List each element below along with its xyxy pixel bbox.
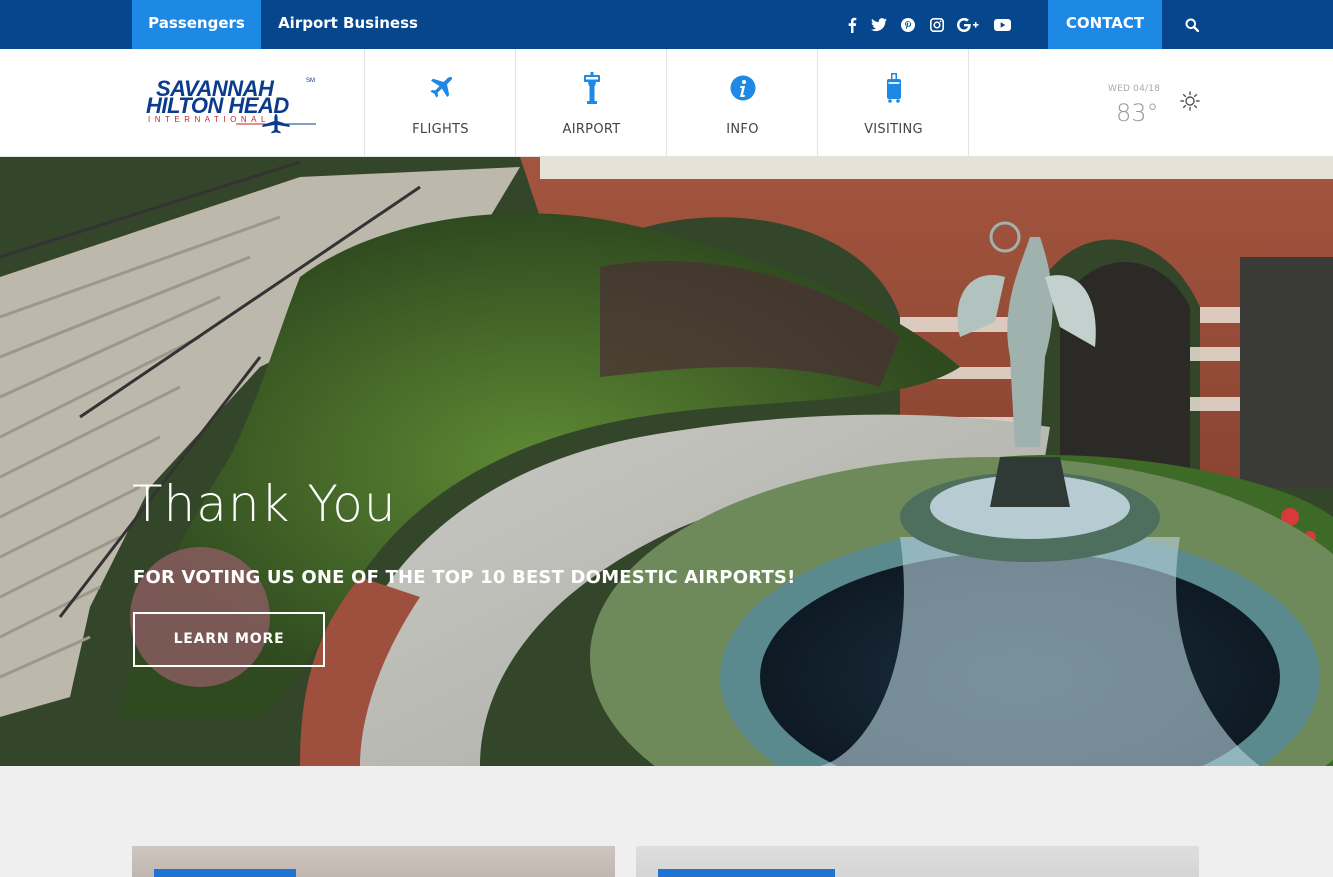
contact-button[interactable]: CONTACT bbox=[1048, 0, 1162, 49]
youtube-icon[interactable] bbox=[989, 0, 1015, 49]
nav-airport-label: AIRPORT bbox=[562, 122, 621, 137]
instagram-icon[interactable] bbox=[924, 0, 950, 49]
google-plus-icon[interactable] bbox=[955, 0, 981, 49]
site-logo[interactable]: SAVANNAH SM HILTON HEAD INTERNATIONAL bbox=[144, 76, 320, 136]
luggage-icon bbox=[818, 71, 969, 105]
nav-divider bbox=[968, 49, 969, 157]
airplane-icon bbox=[365, 71, 516, 105]
facebook-icon[interactable] bbox=[839, 0, 865, 49]
hero-subtitle: FOR VOTING US ONE OF THE TOP 10 BEST DOM… bbox=[133, 567, 796, 588]
control-tower-icon bbox=[516, 71, 667, 105]
info-icon bbox=[667, 71, 818, 105]
nav-visiting[interactable]: VISITING bbox=[817, 49, 968, 157]
nav-info[interactable]: INFO bbox=[666, 49, 817, 157]
nav-visiting-label: VISITING bbox=[864, 122, 923, 137]
twitter-icon[interactable] bbox=[866, 0, 892, 49]
feature-card-left-tab bbox=[154, 869, 296, 877]
hero-banner: Thank You FOR VOTING US ONE OF THE TOP 1… bbox=[0, 157, 1333, 766]
weather-temperature: 83° bbox=[1116, 99, 1159, 127]
tab-airport-business[interactable]: Airport Business bbox=[272, 0, 424, 49]
nav-airport[interactable]: AIRPORT bbox=[515, 49, 666, 157]
top-bar: Passengers Airport Business CONTACT bbox=[0, 0, 1333, 60]
feature-card-right-tab bbox=[658, 869, 835, 877]
feature-card-left[interactable] bbox=[132, 846, 615, 877]
nav-info-label: INFO bbox=[726, 122, 759, 137]
tab-passengers[interactable]: Passengers bbox=[132, 0, 261, 60]
nav-flights-label: FLIGHTS bbox=[412, 122, 469, 137]
pinterest-icon[interactable] bbox=[895, 0, 921, 49]
logo-airplane-icon bbox=[236, 114, 316, 134]
sun-icon bbox=[1180, 91, 1200, 115]
main-header: SAVANNAH SM HILTON HEAD INTERNATIONAL FL… bbox=[0, 49, 1333, 157]
hero-fountain-photo bbox=[0, 157, 1333, 766]
search-icon[interactable] bbox=[1176, 0, 1208, 49]
logo-service-mark: SM bbox=[306, 78, 315, 84]
feature-card-right[interactable] bbox=[636, 846, 1199, 877]
weather-date: WED 04/18 bbox=[1108, 84, 1161, 94]
hero-title: Thank You bbox=[132, 475, 397, 533]
nav-flights[interactable]: FLIGHTS bbox=[364, 49, 515, 157]
learn-more-button[interactable]: LEARN MORE bbox=[133, 612, 325, 667]
